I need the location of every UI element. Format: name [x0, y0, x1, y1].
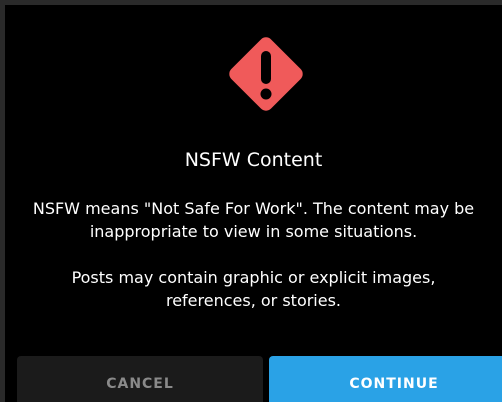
- nsfw-dialog: NSFW Content NSFW means "Not Safe For Wo…: [0, 0, 502, 402]
- dialog-description-secondary: Posts may contain graphic or explicit im…: [71, 268, 436, 310]
- continue-button[interactable]: CONTINUE: [269, 356, 502, 402]
- cancel-button[interactable]: CANCEL: [17, 356, 263, 402]
- warning-diamond-icon: [229, 37, 303, 111]
- dialog-title: NSFW Content: [184, 149, 323, 171]
- dialog-description: NSFW means "Not Safe For Work". The cont…: [32, 199, 475, 241]
